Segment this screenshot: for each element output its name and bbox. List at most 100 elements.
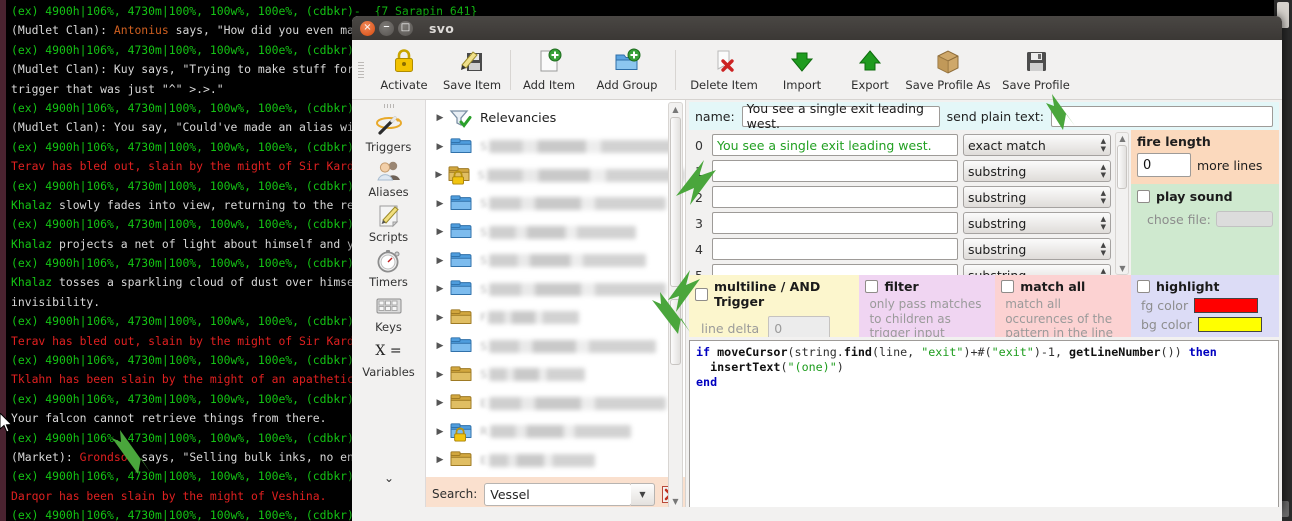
tree-root-item[interactable]: ▶ Relevancies: [426, 104, 685, 133]
toolbar-button-import[interactable]: Import: [768, 42, 836, 98]
toolbar-button-export[interactable]: Export: [836, 42, 904, 98]
search-dropdown-button[interactable]: ▼: [631, 482, 655, 506]
chevron-right-icon[interactable]: ▶: [432, 341, 448, 351]
toolbar-button-save-item[interactable]: Save Item: [438, 42, 506, 98]
tree-row[interactable]: ▶ S: [426, 361, 685, 390]
chevron-right-icon[interactable]: ▶: [432, 199, 448, 209]
trigger-name-input[interactable]: You see a single exit leading west.: [741, 101, 940, 131]
bg-color-swatch[interactable]: [1197, 317, 1262, 332]
pattern-scrollbar[interactable]: ▲ ▼: [1115, 132, 1129, 275]
toolbar-button-save-profile[interactable]: Save Profile: [992, 42, 1080, 98]
pattern-input[interactable]: [712, 186, 958, 208]
tree-row[interactable]: ▶ E: [426, 446, 685, 475]
line-delta-spinbox[interactable]: 0: [768, 316, 831, 337]
tree-row[interactable]: ▶ S: [426, 218, 685, 247]
tree-row[interactable]: ▶ S: [426, 133, 685, 162]
add-item-icon: [536, 46, 562, 76]
tree-row[interactable]: ▶ S: [426, 190, 685, 219]
spinner-arrows-icon[interactable]: ▲▼: [1101, 240, 1106, 258]
toolbar-button-save-profile-as[interactable]: Save Profile As: [904, 42, 992, 98]
chevron-right-icon[interactable]: ▶: [432, 370, 448, 380]
chevron-right-icon[interactable]: ▶: [432, 427, 448, 437]
window-close-button[interactable]: ×: [360, 20, 375, 36]
fg-color-swatch[interactable]: [1194, 298, 1259, 313]
window-titlebar[interactable]: × – □ svo: [352, 16, 1282, 40]
spinner-arrows-icon[interactable]: ▲▼: [1101, 162, 1106, 180]
chevron-right-icon[interactable]: ▶: [432, 256, 448, 266]
chose-file-input[interactable]: [1215, 211, 1273, 227]
play-sound-checkbox[interactable]: [1137, 190, 1150, 203]
tree-row[interactable]: ▶ S: [426, 161, 685, 190]
search-input[interactable]: Vessel: [484, 482, 632, 506]
toolbar-button-add-item[interactable]: Add Item: [515, 42, 583, 98]
spinner-arrows-icon[interactable]: ▲▼: [1101, 214, 1106, 232]
filter-checkbox[interactable]: [865, 280, 879, 293]
lua-code-editor[interactable]: if moveCursor(string.find(line, "exit")+…: [689, 340, 1279, 508]
multiline-row[interactable]: multiline / AND Trigger: [695, 279, 853, 309]
sidebar-drag-grip[interactable]: [383, 104, 394, 108]
send-plain-text-label: send plain text:: [946, 108, 1045, 124]
tree-row[interactable]: ▶ E: [426, 389, 685, 418]
chevron-right-icon[interactable]: ▶: [432, 398, 448, 408]
filter-label: filter: [884, 279, 919, 294]
sidebar-more-button[interactable]: ⌄: [352, 471, 426, 485]
pattern-input[interactable]: [712, 212, 958, 234]
pattern-type-select[interactable]: substring▲▼: [963, 212, 1111, 234]
pattern-type-select[interactable]: substring▲▼: [963, 160, 1111, 182]
spinner-arrows-icon[interactable]: ▲▼: [1101, 136, 1106, 154]
chevron-right-icon[interactable]: ▶: [432, 284, 448, 294]
sidebar-item-scripts[interactable]: Scripts: [354, 200, 424, 245]
pattern-scrollbar-thumb[interactable]: [1117, 145, 1127, 189]
notepad-pencil-icon: [375, 203, 403, 229]
tree-row[interactable]: ▶ S: [426, 332, 685, 361]
pattern-input[interactable]: [712, 238, 958, 260]
sidebar-item-triggers[interactable]: Triggers: [354, 110, 424, 155]
scroll-down-arrow-icon[interactable]: ▼: [671, 497, 680, 506]
highlight-checkbox[interactable]: [1137, 280, 1150, 293]
tree-scrollbar-thumb-lower[interactable]: [670, 299, 681, 365]
multiline-checkbox[interactable]: [695, 287, 708, 301]
chevron-right-icon[interactable]: ▶: [432, 170, 446, 180]
fire-length-spinbox[interactable]: 0: [1137, 153, 1191, 177]
filter-row[interactable]: filter: [865, 279, 989, 294]
sidebar-item-variables[interactable]: X = Variables: [354, 335, 424, 380]
tree-row[interactable]: ▶ R: [426, 418, 685, 447]
window-minimize-button[interactable]: –: [379, 20, 394, 36]
pattern-input[interactable]: You see a single exit leading west.: [712, 134, 958, 156]
chevron-right-icon[interactable]: ▶: [432, 227, 448, 237]
pattern-input[interactable]: [712, 160, 958, 182]
play-sound-row[interactable]: play sound: [1137, 189, 1273, 204]
match-all-row[interactable]: match all: [1001, 279, 1125, 294]
highlight-row[interactable]: highlight: [1137, 279, 1273, 294]
pattern-type-select[interactable]: substring▲▼: [963, 238, 1111, 260]
chevron-right-icon[interactable]: ▶: [432, 113, 448, 123]
send-plain-text-input[interactable]: [1051, 105, 1273, 127]
tree-scrollbar[interactable]: ▲ ▼: [668, 102, 683, 509]
sidebar-item-aliases[interactable]: Aliases: [354, 155, 424, 200]
tree-scrollbar-thumb[interactable]: [670, 117, 681, 287]
toolbar-button-add-group[interactable]: Add Group: [583, 42, 671, 98]
match-all-checkbox[interactable]: [1001, 280, 1015, 293]
chevron-right-icon[interactable]: ▶: [432, 313, 448, 323]
scroll-up-arrow-icon[interactable]: ▲: [1118, 134, 1127, 143]
sidebar-item-keys[interactable]: Keys: [354, 290, 424, 335]
spinner-arrows-icon[interactable]: ▲▼: [1101, 188, 1106, 206]
tree-row[interactable]: ▶ S: [426, 247, 685, 276]
tree-row[interactable]: ▶ F: [426, 304, 685, 333]
chevron-right-icon[interactable]: ▶: [432, 142, 448, 152]
play-sound-label: play sound: [1156, 189, 1233, 204]
toolbar-drag-grip[interactable]: [358, 62, 364, 78]
tree-row-label-redacted: [486, 168, 685, 182]
scroll-up-arrow-icon[interactable]: ▲: [671, 105, 680, 114]
toolbar-button-activate[interactable]: Activate: [370, 42, 438, 98]
chevron-right-icon[interactable]: ▶: [432, 455, 448, 465]
tree-row[interactable]: ▶ S: [426, 275, 685, 304]
tree-row[interactable]: ▶L: [426, 475, 685, 478]
trigger-tree[interactable]: ▶ Relevancies ▶S▶S▶S▶S▶S▶S▶F▶S▶S▶E▶R▶E▶L: [426, 100, 685, 477]
pattern-type-select[interactable]: substring▲▼: [963, 186, 1111, 208]
pattern-type-select[interactable]: exact match ▲ ▼: [963, 134, 1111, 156]
scroll-down-arrow-icon[interactable]: ▼: [1118, 264, 1127, 273]
sidebar-item-timers[interactable]: Timers: [354, 245, 424, 290]
toolbar-button-delete-item[interactable]: Delete Item: [680, 42, 768, 98]
window-maximize-button[interactable]: □: [398, 20, 413, 36]
